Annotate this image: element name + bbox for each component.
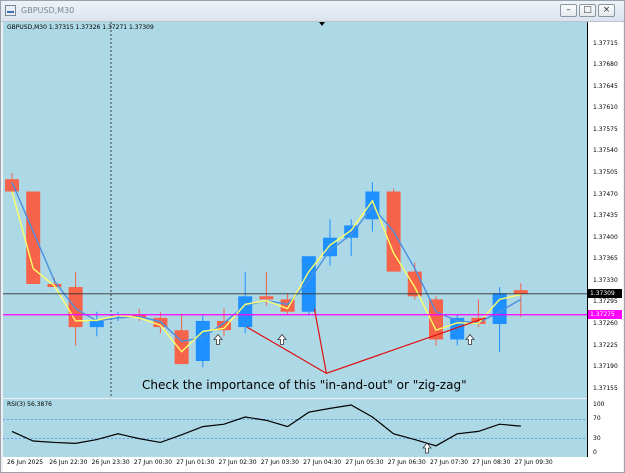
zigzag-line [246, 317, 486, 375]
scroll-marker-icon [319, 22, 325, 26]
price-axis: 1.37715 1.37680 1.37645 1.37610 1.37575 1.375… [587, 22, 623, 457]
price-chart[interactable]: GBPUSD,M30 1.37315 1.37326 1.37271 1.373… [3, 22, 587, 398]
price-tick-label: 1.37435 [593, 212, 618, 220]
candle-body [89, 320, 104, 328]
rsi-tick-label: 100 [593, 401, 605, 408]
rsi-line [11, 404, 521, 447]
price-tick-label: 1.37470 [593, 190, 618, 198]
time-axis: 26 Jun 2025 26 Jun 22:30 26 Jun 23:30 27 Ju… [3, 457, 623, 472]
up-arrow-icon [465, 333, 475, 345]
level-price-tag: 1.37275 [588, 310, 622, 320]
price-tick-label: 1.37680 [593, 61, 618, 69]
time-tick-label: 27 Jun 03:30 [260, 459, 299, 466]
chart-window: GBPUSD,M30 – □ × GBPUSD,M30 1.37315 1.37… [0, 0, 625, 473]
price-tick-label: 1.37225 [593, 341, 618, 349]
price-tick-label: 1.37645 [593, 82, 618, 90]
rsi-tick-label: 70 [593, 415, 601, 423]
candlestick-chart [3, 22, 587, 398]
chart-app-icon [5, 5, 16, 16]
rsi-panel[interactable]: RSI(3) 56.3876 [3, 399, 587, 457]
candle-body [513, 290, 528, 294]
price-tick-label: 1.37190 [593, 363, 618, 371]
price-tick-label: 1.37365 [593, 255, 618, 263]
price-tick-label: 1.37540 [593, 147, 618, 155]
price-tick-label: 1.37575 [593, 125, 618, 133]
current-price-tag: 1.37309 [588, 289, 622, 299]
time-tick-label: 27 Jun 01:30 [176, 459, 215, 466]
price-tick-label: 1.37715 [593, 39, 618, 47]
candle-body [5, 179, 19, 192]
time-tick-label: 27 Jun 00:30 [133, 459, 173, 466]
up-arrow-icon [277, 333, 287, 345]
price-tick-label: 1.37260 [593, 320, 618, 328]
rsi-tick-label: 0 [593, 449, 597, 456]
close-button[interactable]: × [598, 4, 615, 17]
candle-body [407, 271, 422, 297]
time-tick-label: 27 Jun 09:30 [514, 459, 553, 466]
time-tick-label: 27 Jun 08:30 [472, 459, 511, 466]
chart-annotation: Check the importance of this "in-and-out… [142, 378, 467, 392]
time-tick-label: 27 Jun 06:30 [387, 459, 426, 466]
price-tick-label: 1.37330 [593, 276, 618, 284]
candle-body [195, 320, 210, 362]
rsi-tick-label: 30 [593, 434, 601, 442]
rsi-label: RSI(3) 56.3876 [7, 401, 52, 408]
candle-body [238, 296, 253, 328]
price-tick-label: 1.37295 [593, 298, 618, 306]
time-tick-label: 27 Jun 07:30 [430, 459, 469, 466]
rsi-chart [3, 404, 587, 454]
price-tick-label: 1.37610 [593, 104, 618, 112]
candle-body [365, 191, 380, 220]
time-tick-label: 27 Jun 02:30 [218, 459, 257, 466]
up-arrow-icon [213, 333, 223, 345]
time-tick-label: 26 Jun 2025 [7, 459, 44, 466]
zigzag-line [313, 308, 327, 374]
candle-body [26, 191, 41, 284]
price-tick-label: 1.37155 [593, 384, 618, 392]
window-title: GBPUSD,M30 [21, 6, 75, 15]
ma-slow-line [11, 181, 522, 343]
price-tick-label: 1.37505 [593, 169, 618, 177]
candle-body [259, 296, 274, 300]
title-bar: GBPUSD,M30 – □ × [1, 1, 624, 22]
time-tick-label: 27 Jun 04:30 [303, 459, 342, 466]
time-tick-label: 27 Jun 05:30 [345, 459, 384, 466]
symbol-info: GBPUSD,M30 1.37315 1.37326 1.37271 1.373… [7, 24, 154, 31]
price-tick-label: 1.37400 [593, 233, 618, 241]
maximize-button[interactable]: □ [579, 4, 596, 17]
minimize-button[interactable]: – [560, 4, 577, 17]
time-tick-label: 26 Jun 23:30 [91, 459, 130, 466]
time-tick-label: 26 Jun 22:30 [49, 459, 88, 466]
